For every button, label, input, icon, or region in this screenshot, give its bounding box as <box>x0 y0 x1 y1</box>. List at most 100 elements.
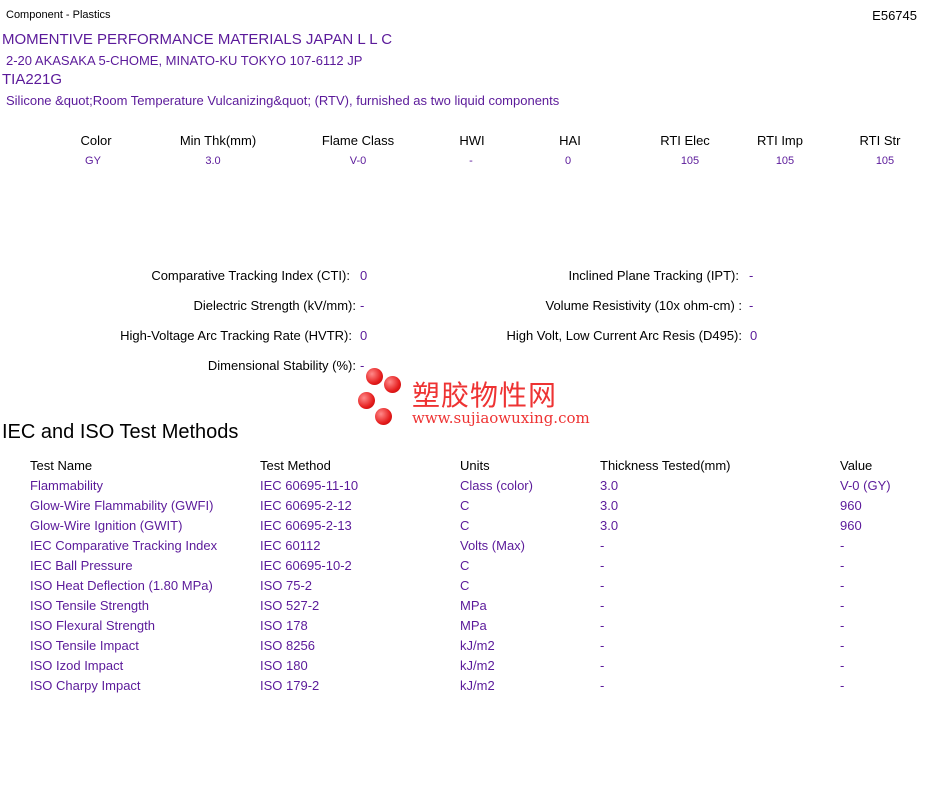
col-header-test-method: Test Method <box>260 458 331 473</box>
thickness-cell: - <box>600 538 605 553</box>
value-cell: - <box>840 638 845 653</box>
units-cell: C <box>460 498 470 513</box>
thickness-cell: - <box>600 638 605 653</box>
ipt-value: - <box>749 268 754 283</box>
test-method-cell: IEC 60112 <box>260 538 321 553</box>
test-name-cell: ISO Charpy Impact <box>30 678 141 693</box>
value-cell: - <box>840 598 845 613</box>
watermark-dot <box>375 408 392 425</box>
value-cell: 960 <box>840 518 862 533</box>
dielectric-strength-value: - <box>360 298 365 313</box>
cti-value: 0 <box>360 268 368 283</box>
value-cell: - <box>840 678 845 693</box>
col-header-value: Value <box>840 458 873 473</box>
test-name-cell: IEC Comparative Tracking Index <box>30 538 218 553</box>
summary-header-color: Color <box>80 133 112 148</box>
summary-header-rti-elec: RTI Elec <box>660 133 710 148</box>
summary-value-min-thk: 3.0 <box>205 155 221 167</box>
value-cell: 960 <box>840 498 862 513</box>
value-cell: - <box>840 618 845 633</box>
test-name-cell: ISO Izod Impact <box>30 658 124 673</box>
value-cell: - <box>840 558 845 573</box>
section-title: IEC and ISO Test Methods <box>2 421 239 443</box>
summary-value-color: GY <box>85 155 101 167</box>
value-cell: - <box>840 578 845 593</box>
thickness-cell: - <box>600 618 605 633</box>
units-cell: kJ/m2 <box>460 638 495 653</box>
summary-header-rti-imp: RTI Imp <box>757 133 803 148</box>
test-method-cell: ISO 180 <box>260 658 308 673</box>
col-header-units: Units <box>460 458 490 473</box>
thickness-cell: - <box>600 598 605 613</box>
units-cell: MPa <box>460 618 487 633</box>
value-cell: - <box>840 658 845 673</box>
test-method-cell: IEC 60695-10-2 <box>260 558 352 573</box>
watermark-dot <box>384 376 401 393</box>
test-name-cell: IEC Ball Pressure <box>30 558 133 573</box>
test-name-cell: Glow-Wire Ignition (GWIT) <box>30 518 183 533</box>
thickness-cell: - <box>600 578 605 593</box>
d495-value: 0 <box>750 328 758 343</box>
watermark-chinese-text: 塑胶物性网 <box>412 379 558 412</box>
summary-header-min-thk: Min Thk(mm) <box>179 133 257 148</box>
test-method-cell: ISO 8256 <box>260 638 315 653</box>
units-cell: C <box>460 558 470 573</box>
summary-value-hwi: - <box>469 155 473 167</box>
thickness-cell: - <box>600 678 605 693</box>
summary-value-rti-imp: 105 <box>775 155 795 167</box>
units-cell: kJ/m2 <box>460 678 495 693</box>
units-cell: kJ/m2 <box>460 658 495 673</box>
watermark-dot <box>366 368 383 385</box>
company-address: 2-20 AKASAKA 5-CHOME, MINATO-KU TOKYO 10… <box>6 53 363 68</box>
summary-header-flame-class: Flame Class <box>321 133 395 148</box>
volume-resistivity-label: Volume Resistivity (10x ohm-cm) : <box>545 298 743 313</box>
d495-label: High Volt, Low Current Arc Resis (D495): <box>506 328 742 343</box>
test-method-cell: ISO 527-2 <box>260 598 320 613</box>
hvtr-label: High-Voltage Arc Tracking Rate (HVTR): <box>120 328 352 343</box>
file-number: E56745 <box>872 8 917 23</box>
summary-header-hwi: HWI <box>459 133 485 148</box>
test-method-cell: ISO 179-2 <box>260 678 320 693</box>
ipt-label: Inclined Plane Tracking (IPT): <box>568 268 739 283</box>
units-cell: C <box>460 578 470 593</box>
test-name-cell: ISO Tensile Strength <box>30 598 149 613</box>
product-name: TIA221G <box>2 71 63 88</box>
dielectric-strength-label: Dielectric Strength (kV/mm): <box>193 298 356 313</box>
cti-label: Comparative Tracking Index (CTI): <box>151 268 350 283</box>
summary-value-hai: 0 <box>564 155 572 167</box>
thickness-cell: - <box>600 558 605 573</box>
test-method-cell: IEC 60695-2-13 <box>260 518 352 533</box>
value-cell: - <box>840 538 845 553</box>
col-header-thickness: Thickness Tested(mm) <box>600 458 731 473</box>
test-name-cell: Glow-Wire Flammability (GWFI) <box>30 498 214 513</box>
document-category: Component - Plastics <box>6 9 111 21</box>
test-name-cell: ISO Heat Deflection (1.80 MPa) <box>30 578 213 593</box>
hvtr-value: 0 <box>360 328 368 343</box>
units-cell: Volts (Max) <box>460 538 526 553</box>
thickness-cell: - <box>600 658 605 673</box>
units-cell: MPa <box>460 598 487 613</box>
dimensional-stability-value: - <box>360 358 365 373</box>
test-method-cell: IEC 60695-2-12 <box>260 498 352 513</box>
test-name-cell: ISO Flexural Strength <box>30 618 155 633</box>
units-cell: C <box>460 518 470 533</box>
summary-header-hai: HAI <box>559 133 581 148</box>
summary-value-rti-elec: 105 <box>680 155 700 167</box>
test-name-cell: Flammability <box>30 478 103 493</box>
watermark-dot <box>358 392 375 409</box>
test-method-cell: ISO 178 <box>260 618 308 633</box>
product-description: Silicone &quot;Room Temperature Vulcaniz… <box>6 93 560 108</box>
thickness-cell: 3.0 <box>600 478 619 493</box>
summary-value-rti-str: 105 <box>875 155 895 167</box>
test-name-cell: ISO Tensile Impact <box>30 638 139 653</box>
thickness-cell: 3.0 <box>600 498 619 513</box>
watermark-url: www.sujiaowuxing.com <box>412 409 590 427</box>
thickness-cell: 3.0 <box>600 518 619 533</box>
summary-value-flame-class: V-0 <box>349 155 367 167</box>
volume-resistivity-value: - <box>749 298 754 313</box>
col-header-test-name: Test Name <box>30 458 93 473</box>
test-method-cell: IEC 60695-11-10 <box>260 478 359 493</box>
test-method-cell: ISO 75-2 <box>260 578 313 593</box>
company-name: MOMENTIVE PERFORMANCE MATERIALS JAPAN L … <box>2 31 393 48</box>
units-cell: Class (color) <box>460 478 533 493</box>
